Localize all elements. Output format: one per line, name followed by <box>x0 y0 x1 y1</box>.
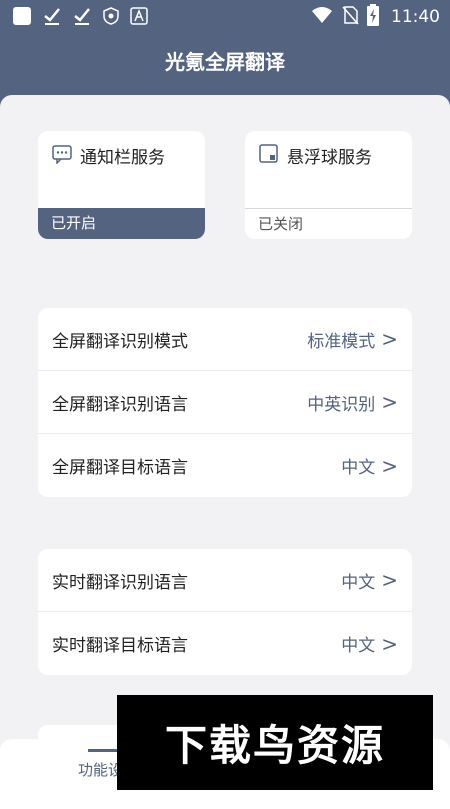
float-ball-service-status: 已关闭 <box>245 208 412 239</box>
chevron-right-icon: > <box>381 327 398 351</box>
status-bar: 11:40 <box>0 0 450 32</box>
setting-row-recognition-language[interactable]: 全屏翻译识别语言 中英识别 > <box>38 371 412 434</box>
no-sim-icon <box>341 5 359 29</box>
setting-row-realtime-target-language[interactable]: 实时翻译目标语言 中文 > <box>38 612 412 675</box>
battery-charging-icon <box>367 4 379 30</box>
setting-row-recognition-mode[interactable]: 全屏翻译识别模式 标准模式 > <box>38 308 412 371</box>
setting-label: 实时翻译目标语言 <box>52 636 188 656</box>
square-icon <box>12 6 32 30</box>
fullscreen-settings-group: 全屏翻译识别模式 标准模式 > 全屏翻译识别语言 中英识别 > 全屏翻译目标语言… <box>38 308 412 497</box>
setting-label: 全屏翻译识别模式 <box>52 331 188 352</box>
status-time: 11:40 <box>391 7 440 27</box>
chevron-right-icon: > <box>381 390 398 414</box>
watermark-logo: 下载鸟资源 <box>117 695 433 790</box>
setting-value: 中英识别 <box>307 394 376 415</box>
float-ball-service-title: 悬浮球服务 <box>287 148 372 168</box>
chevron-right-icon: > <box>381 631 398 656</box>
setting-value: 标准模式 <box>307 331 376 352</box>
page-title: 光氪全屏翻译 <box>165 50 285 74</box>
chat-icon <box>52 144 72 168</box>
a-icon <box>130 7 148 29</box>
float-ball-icon <box>259 143 279 168</box>
notification-service-status: 已开启 <box>38 208 205 239</box>
wifi-icon <box>311 5 333 29</box>
setting-label: 全屏翻译目标语言 <box>52 458 188 478</box>
chevron-right-icon: > <box>381 568 398 592</box>
shield-icon <box>102 7 120 29</box>
check-icon <box>72 6 92 30</box>
setting-row-target-language[interactable]: 全屏翻译目标语言 中文 > <box>38 434 412 497</box>
float-ball-service-card[interactable]: 悬浮球服务 已关闭 <box>245 131 412 239</box>
notification-service-title: 通知栏服务 <box>80 148 165 168</box>
setting-label: 实时翻译识别语言 <box>52 572 188 593</box>
setting-value: 中文 <box>341 458 376 478</box>
check-icon <box>42 6 62 30</box>
chevron-right-icon: > <box>381 453 398 478</box>
setting-label: 全屏翻译识别语言 <box>52 394 188 415</box>
setting-value: 中文 <box>341 572 376 593</box>
setting-value: 中文 <box>341 636 376 656</box>
notification-service-card[interactable]: 通知栏服务 已开启 <box>38 131 205 239</box>
realtime-settings-group: 实时翻译识别语言 中文 > 实时翻译目标语言 中文 > <box>38 549 412 675</box>
setting-row-realtime-recognition-language[interactable]: 实时翻译识别语言 中文 > <box>38 549 412 612</box>
